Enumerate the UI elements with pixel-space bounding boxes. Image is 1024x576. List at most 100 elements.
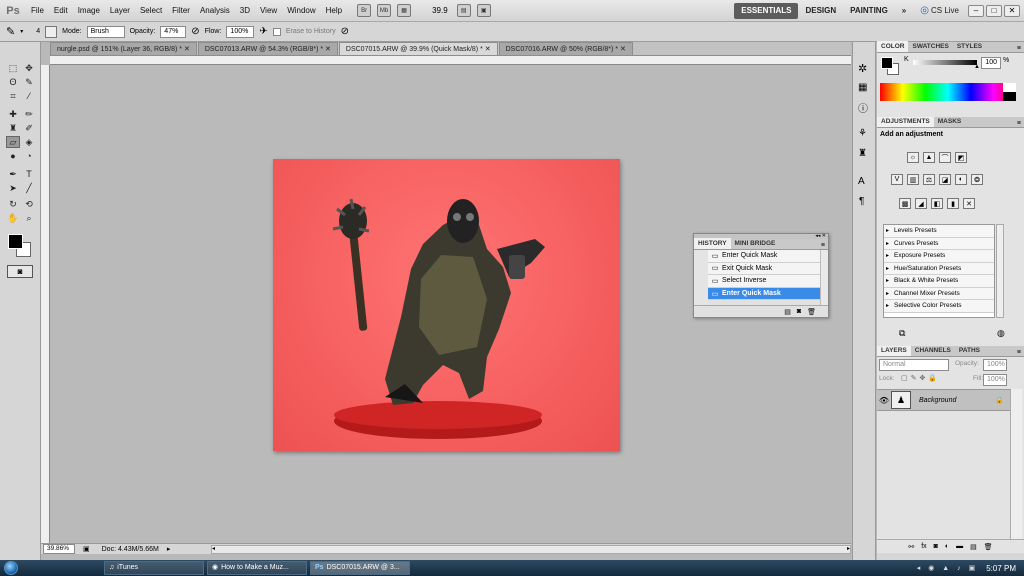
list-item[interactable]: ▭ Exit Quick Mask [708,262,820,276]
blur-tool-icon[interactable]: ● [6,150,20,162]
panel-menu-icon[interactable]: ≡ [821,242,828,249]
add-mask-icon[interactable]: ◙ [934,543,938,550]
menu-layer[interactable]: Layer [105,0,135,22]
menu-select[interactable]: Select [135,0,167,22]
arrange-documents-button[interactable]: ▤ [456,4,471,17]
horizontal-scrollbar[interactable]: ◂ ▸ [211,544,851,554]
minimize-button[interactable]: – [968,4,984,17]
invert-icon[interactable]: ▩ [899,198,911,209]
eye-icon[interactable]: 👁 [877,396,891,405]
erase-to-history-checkbox[interactable] [272,27,281,36]
threshold-icon[interactable]: ◧ [931,198,943,209]
list-item[interactable]: ▭ Select Inverse [708,275,820,288]
brightness-contrast-icon[interactable]: ☼ [907,152,919,163]
menu-3d[interactable]: 3D [235,0,255,22]
tab-swatches[interactable]: SWATCHES [908,41,952,52]
workspace-essentials[interactable]: ESSENTIALS [734,2,799,19]
clock[interactable]: 5:07 PM [986,564,1024,573]
history-brush-tool-icon[interactable]: ✐ [22,122,36,134]
tab-layers[interactable]: LAYERS [877,345,911,356]
tab-dsc07015[interactable]: DSC07015.ARW @ 39.9% (Quick Mask/8) * ✕ [338,42,498,55]
character-panel-icon[interactable]: A [858,176,865,187]
type-tool-icon[interactable]: T [22,168,36,180]
mode-select[interactable]: Brush [86,25,125,38]
crop-tool-icon[interactable]: ⌗ [6,90,20,102]
k-slider-handle-icon[interactable]: ▲ [974,64,980,70]
tab-mini-bridge[interactable]: MINI BRIDGE [731,238,780,249]
vertical-ruler[interactable] [41,65,50,543]
hue-saturation-icon[interactable]: ▥ [907,174,919,185]
channel-mixer-icon[interactable]: ❂ [971,174,983,185]
selective-color-icon[interactable]: ✕ [963,198,975,209]
screen-mode-button[interactable]: ▣ [476,4,491,17]
list-item[interactable]: Selective Color Presets [884,300,994,313]
new-document-from-state-icon[interactable]: ▤ [784,308,791,316]
cs-live-button[interactable]: ◎ CS Live [913,3,966,19]
paragraph-panel-icon[interactable]: ¶ [859,196,864,207]
workspace-design[interactable]: DESIGN [798,3,843,19]
flow-input[interactable]: 100% [226,25,255,38]
pressure-size-icon[interactable]: ⊘ [341,26,349,37]
tab-paths[interactable]: PATHS [955,345,984,356]
mini-bridge-button[interactable]: Mb [377,4,392,17]
close-button[interactable]: ✕ [1004,4,1020,17]
list-item[interactable]: Black & White Presets [884,275,994,288]
blend-mode-select[interactable]: Normal [879,359,949,371]
status-info-icon[interactable]: ▣ [83,545,90,553]
panel-menu-icon[interactable]: ≡ [1017,120,1024,127]
bridge-button[interactable]: Br [357,4,372,17]
maximize-button[interactable]: □ [986,4,1002,17]
dodge-tool-icon[interactable]: ◔ [22,150,36,162]
path-select-tool-icon[interactable]: ➤ [6,182,20,194]
tab-dsc07013[interactable]: DSC07013.ARW @ 54.3% (RGB/8*) * ✕ [197,42,338,55]
layer-opacity-input[interactable]: 100% [983,359,1007,371]
foreground-color-swatch[interactable] [8,234,23,249]
list-item[interactable]: Channel Mixer Presets [884,287,994,300]
workspace-more-button[interactable]: » [895,3,913,19]
lasso-tool-icon[interactable]: ʘ [6,76,20,88]
navigator-panel-icon[interactable]: ▦ [858,82,867,93]
black-white-swatch[interactable] [1003,83,1016,101]
trash-icon[interactable]: 🗑 [984,543,993,551]
presets-scrollbar[interactable] [996,224,1004,318]
new-group-icon[interactable]: ▬ [956,543,963,550]
photo-filter-icon[interactable]: ◐ [955,174,967,185]
list-item[interactable]: Curves Presets [884,237,994,250]
line-tool-icon[interactable]: ╱ [22,182,36,194]
list-item[interactable]: Hue/Saturation Presets [884,262,994,275]
link-layers-icon[interactable]: ⚯ [908,543,914,551]
taskbar-photoshop[interactable]: Ps DSC07015.ARW @ 3... [310,561,410,575]
new-adjustment-layer-icon[interactable]: ◐ [945,543,949,550]
opacity-pressure-icon[interactable]: ⊘ [191,26,199,37]
tab-dsc07016[interactable]: DSC07016.ARW @ 50% (RGB/8*) * ✕ [498,42,633,55]
menu-file[interactable]: File [26,0,49,22]
levels-icon[interactable]: ▲ [923,152,935,163]
workspace-painting[interactable]: PAINTING [843,3,895,19]
tab-color[interactable]: COLOR [877,41,909,52]
color-spectrum-bar[interactable] [880,83,1016,101]
taskbar-chrome[interactable]: ◉ How to Make a Muz... [207,561,307,575]
healing-brush-tool-icon[interactable]: ✚ [6,108,20,120]
document-image[interactable] [273,159,620,451]
view-extras-button[interactable]: ▦ [397,4,412,17]
clip-to-layer-icon[interactable]: ◍ [997,328,1005,339]
exposure-icon[interactable]: ◩ [955,152,967,163]
zoom-tool-icon[interactable]: ⌕ [22,212,36,224]
list-item[interactable]: ▭ Enter Quick Mask [708,250,820,263]
fill-input[interactable]: 100% [983,374,1007,386]
new-snapshot-icon[interactable]: ◙ [797,308,801,315]
clone-source-panel-icon[interactable]: ⚘ [858,128,867,139]
marquee-tool-icon[interactable]: ⬚ [6,62,20,74]
system-tray-icons[interactable]: ◂ ◉ ▲ ♪ ▣ [917,564,978,572]
panel-menu-icon[interactable]: ≡ [1017,45,1024,52]
quick-mask-icon[interactable]: ◙ [7,265,33,278]
tab-history[interactable]: HISTORY [694,238,731,249]
tool-preset-dropdown[interactable]: ▾ [20,28,23,35]
menu-analysis[interactable]: Analysis [195,0,235,22]
eraser-tool-icon[interactable]: ✎ [6,25,15,38]
menu-window[interactable]: Window [282,0,320,22]
hand-tool-icon[interactable]: ✋ [6,212,20,224]
k-value-input[interactable]: 100 [981,57,1001,69]
list-item-selected[interactable]: ▭ Enter Quick Mask [708,287,820,301]
clone-stamp-tool-icon[interactable]: ♜ [6,122,20,134]
